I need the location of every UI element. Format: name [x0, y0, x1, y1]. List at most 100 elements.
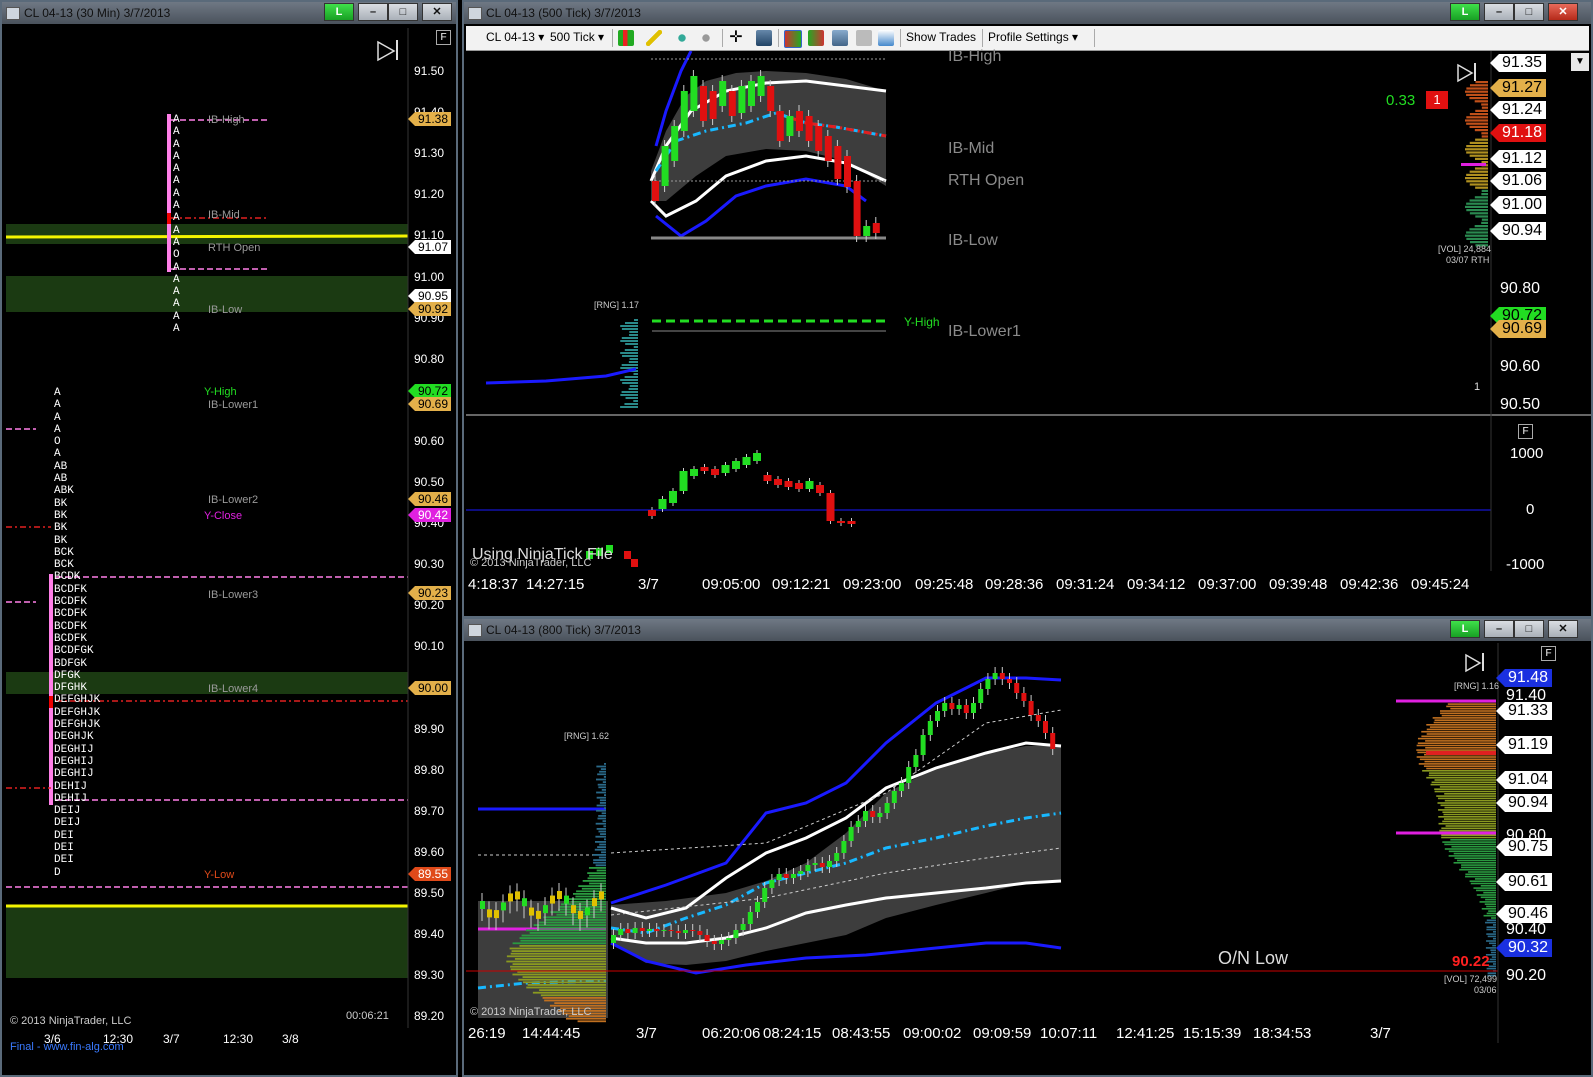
zoom-out-icon[interactable]: [698, 30, 714, 46]
instrument-selector[interactable]: CL 04-13 ▾: [486, 30, 544, 44]
candle: [661, 146, 669, 186]
candle: [906, 767, 912, 783]
profile-bar: [602, 820, 606, 822]
profile-bar: [1475, 81, 1488, 84]
candle: [661, 930, 667, 931]
profile-settings-button[interactable]: Profile Settings ▾: [988, 30, 1078, 44]
candle: [578, 910, 583, 919]
f-button[interactable]: F: [436, 30, 451, 45]
price-tag: 90.00: [408, 681, 452, 695]
profile-bar: [1485, 947, 1496, 949]
drawing-tool-icon[interactable]: [646, 30, 662, 46]
profile-bar: [1461, 866, 1496, 869]
profile-bar: [1479, 901, 1496, 903]
profile-bar: [1474, 225, 1488, 228]
f-button[interactable]: F: [1518, 424, 1533, 439]
order-entry-icon[interactable]: [878, 30, 894, 46]
time-label: 15:15:39: [1183, 1025, 1242, 1042]
price-tag: 91.19: [1496, 736, 1553, 754]
close-icon[interactable]: ✕: [1548, 3, 1578, 21]
price-tag: 91.33: [1496, 702, 1553, 720]
candle: [690, 469, 698, 476]
candle: [863, 226, 871, 236]
maximize-icon[interactable]: □: [388, 3, 418, 21]
profile-bar: [1469, 183, 1488, 186]
profile-bar: [1436, 795, 1496, 797]
profile-bar: [1481, 135, 1488, 138]
profile-bar: [1428, 774, 1496, 777]
profile-bar: [529, 932, 606, 934]
profile-bar: [1483, 891, 1496, 894]
titlebar-30min[interactable]: CL 04-13 (30 Min) 3/7/2013 L – □ ✕: [2, 2, 456, 24]
profile-bar: [1453, 852, 1496, 855]
bar-type-icon[interactable]: [618, 30, 634, 46]
templates-icon[interactable]: [856, 30, 872, 46]
candle: [719, 940, 724, 944]
show-trades-button[interactable]: Show Trades: [906, 30, 976, 44]
profile-bar: [1486, 919, 1496, 922]
profile-bar: [1481, 161, 1488, 164]
window-500tick[interactable]: CL 04-13 (500 Tick) 3/7/2013 L – □ ✕ CL …: [462, 0, 1593, 618]
profile-bar: [512, 973, 606, 976]
price-tag: 90.94: [1496, 794, 1553, 812]
candle: [815, 126, 823, 151]
profile-bar: [1466, 209, 1488, 212]
candle: [763, 475, 772, 481]
profile-bar: [536, 926, 606, 929]
f-button[interactable]: F: [1541, 646, 1556, 661]
link-button[interactable]: L: [1450, 3, 1480, 21]
close-icon[interactable]: ✕: [422, 3, 452, 21]
minimize-icon[interactable]: –: [1484, 620, 1514, 638]
profile-bar: [596, 796, 606, 799]
profile-bar: [1434, 790, 1496, 793]
window-800tick[interactable]: CL 04-13 (800 Tick) 3/7/2013 L – □ ✕ [RN…: [462, 617, 1593, 1077]
close-icon[interactable]: ✕: [1548, 620, 1578, 638]
period-selector[interactable]: 500 Tick ▾: [550, 30, 604, 44]
profile-bar: [600, 833, 606, 835]
strategies-icon[interactable]: [808, 30, 824, 46]
price-tag: 91.18: [1490, 124, 1547, 142]
profile-bar: [1438, 822, 1496, 825]
profile-bar: [1466, 173, 1488, 176]
time-label: 4:18:37: [468, 576, 519, 593]
time-label: 09:00:02: [903, 1025, 962, 1042]
window-30min[interactable]: CL 04-13 (30 Min) 3/7/2013 L – □ ✕ A A A…: [0, 0, 458, 1077]
time-label: 3/7: [638, 576, 659, 593]
crosshair-icon[interactable]: ✛: [728, 30, 744, 46]
price-tag: 91.04: [1496, 771, 1553, 789]
profile-bar: [581, 887, 606, 890]
chart-500tick[interactable]: IB-High IB-Mid RTH Open IB-Low IB-Lower1…: [466, 48, 1591, 596]
data-box-icon[interactable]: [756, 30, 772, 46]
zoom-in-icon[interactable]: [674, 30, 690, 46]
chart-800tick[interactable]: [RNG] 1.62 [RNG] 1.16 O/N Low 90.22 [VOL…: [466, 643, 1591, 1075]
minimize-icon[interactable]: –: [1484, 3, 1514, 21]
profile-bar: [1446, 705, 1496, 708]
candle: [652, 181, 659, 201]
scroll-down-icon[interactable]: ▼: [1571, 53, 1589, 71]
profile-bar: [1475, 215, 1488, 218]
chart-properties-icon[interactable]: [832, 30, 848, 46]
profile-bar: [587, 877, 606, 880]
titlebar-800tick[interactable]: CL 04-13 (800 Tick) 3/7/2013 L – □ ✕: [464, 619, 1591, 641]
profile-bar: [593, 861, 606, 864]
profile-bar: [620, 340, 638, 342]
maximize-icon[interactable]: □: [1514, 620, 1544, 638]
link-button[interactable]: L: [324, 3, 354, 21]
profile-bar: [511, 950, 606, 952]
price-tag: 90.92: [408, 302, 452, 316]
candle: [1021, 693, 1027, 701]
maximize-icon[interactable]: □: [1514, 3, 1544, 21]
link-button[interactable]: L: [1450, 620, 1480, 638]
profile-bar: [577, 1020, 606, 1023]
profile-bar: [520, 939, 606, 942]
time-label: 09:25:48: [915, 576, 974, 593]
titlebar-500tick[interactable]: CL 04-13 (500 Tick) 3/7/2013 L – □ ✕: [464, 2, 1591, 24]
profile-bar: [594, 848, 606, 851]
minimize-icon[interactable]: –: [358, 3, 388, 21]
candle: [697, 931, 703, 935]
position-badge[interactable]: 1: [1426, 91, 1448, 109]
indicators-icon[interactable]: [784, 30, 802, 48]
time-label: 09:09:59: [973, 1025, 1032, 1042]
chart-30min[interactable]: A A A A A A A A A A A O A A A A A A A A …: [6, 28, 454, 1058]
candle: [1028, 701, 1034, 715]
